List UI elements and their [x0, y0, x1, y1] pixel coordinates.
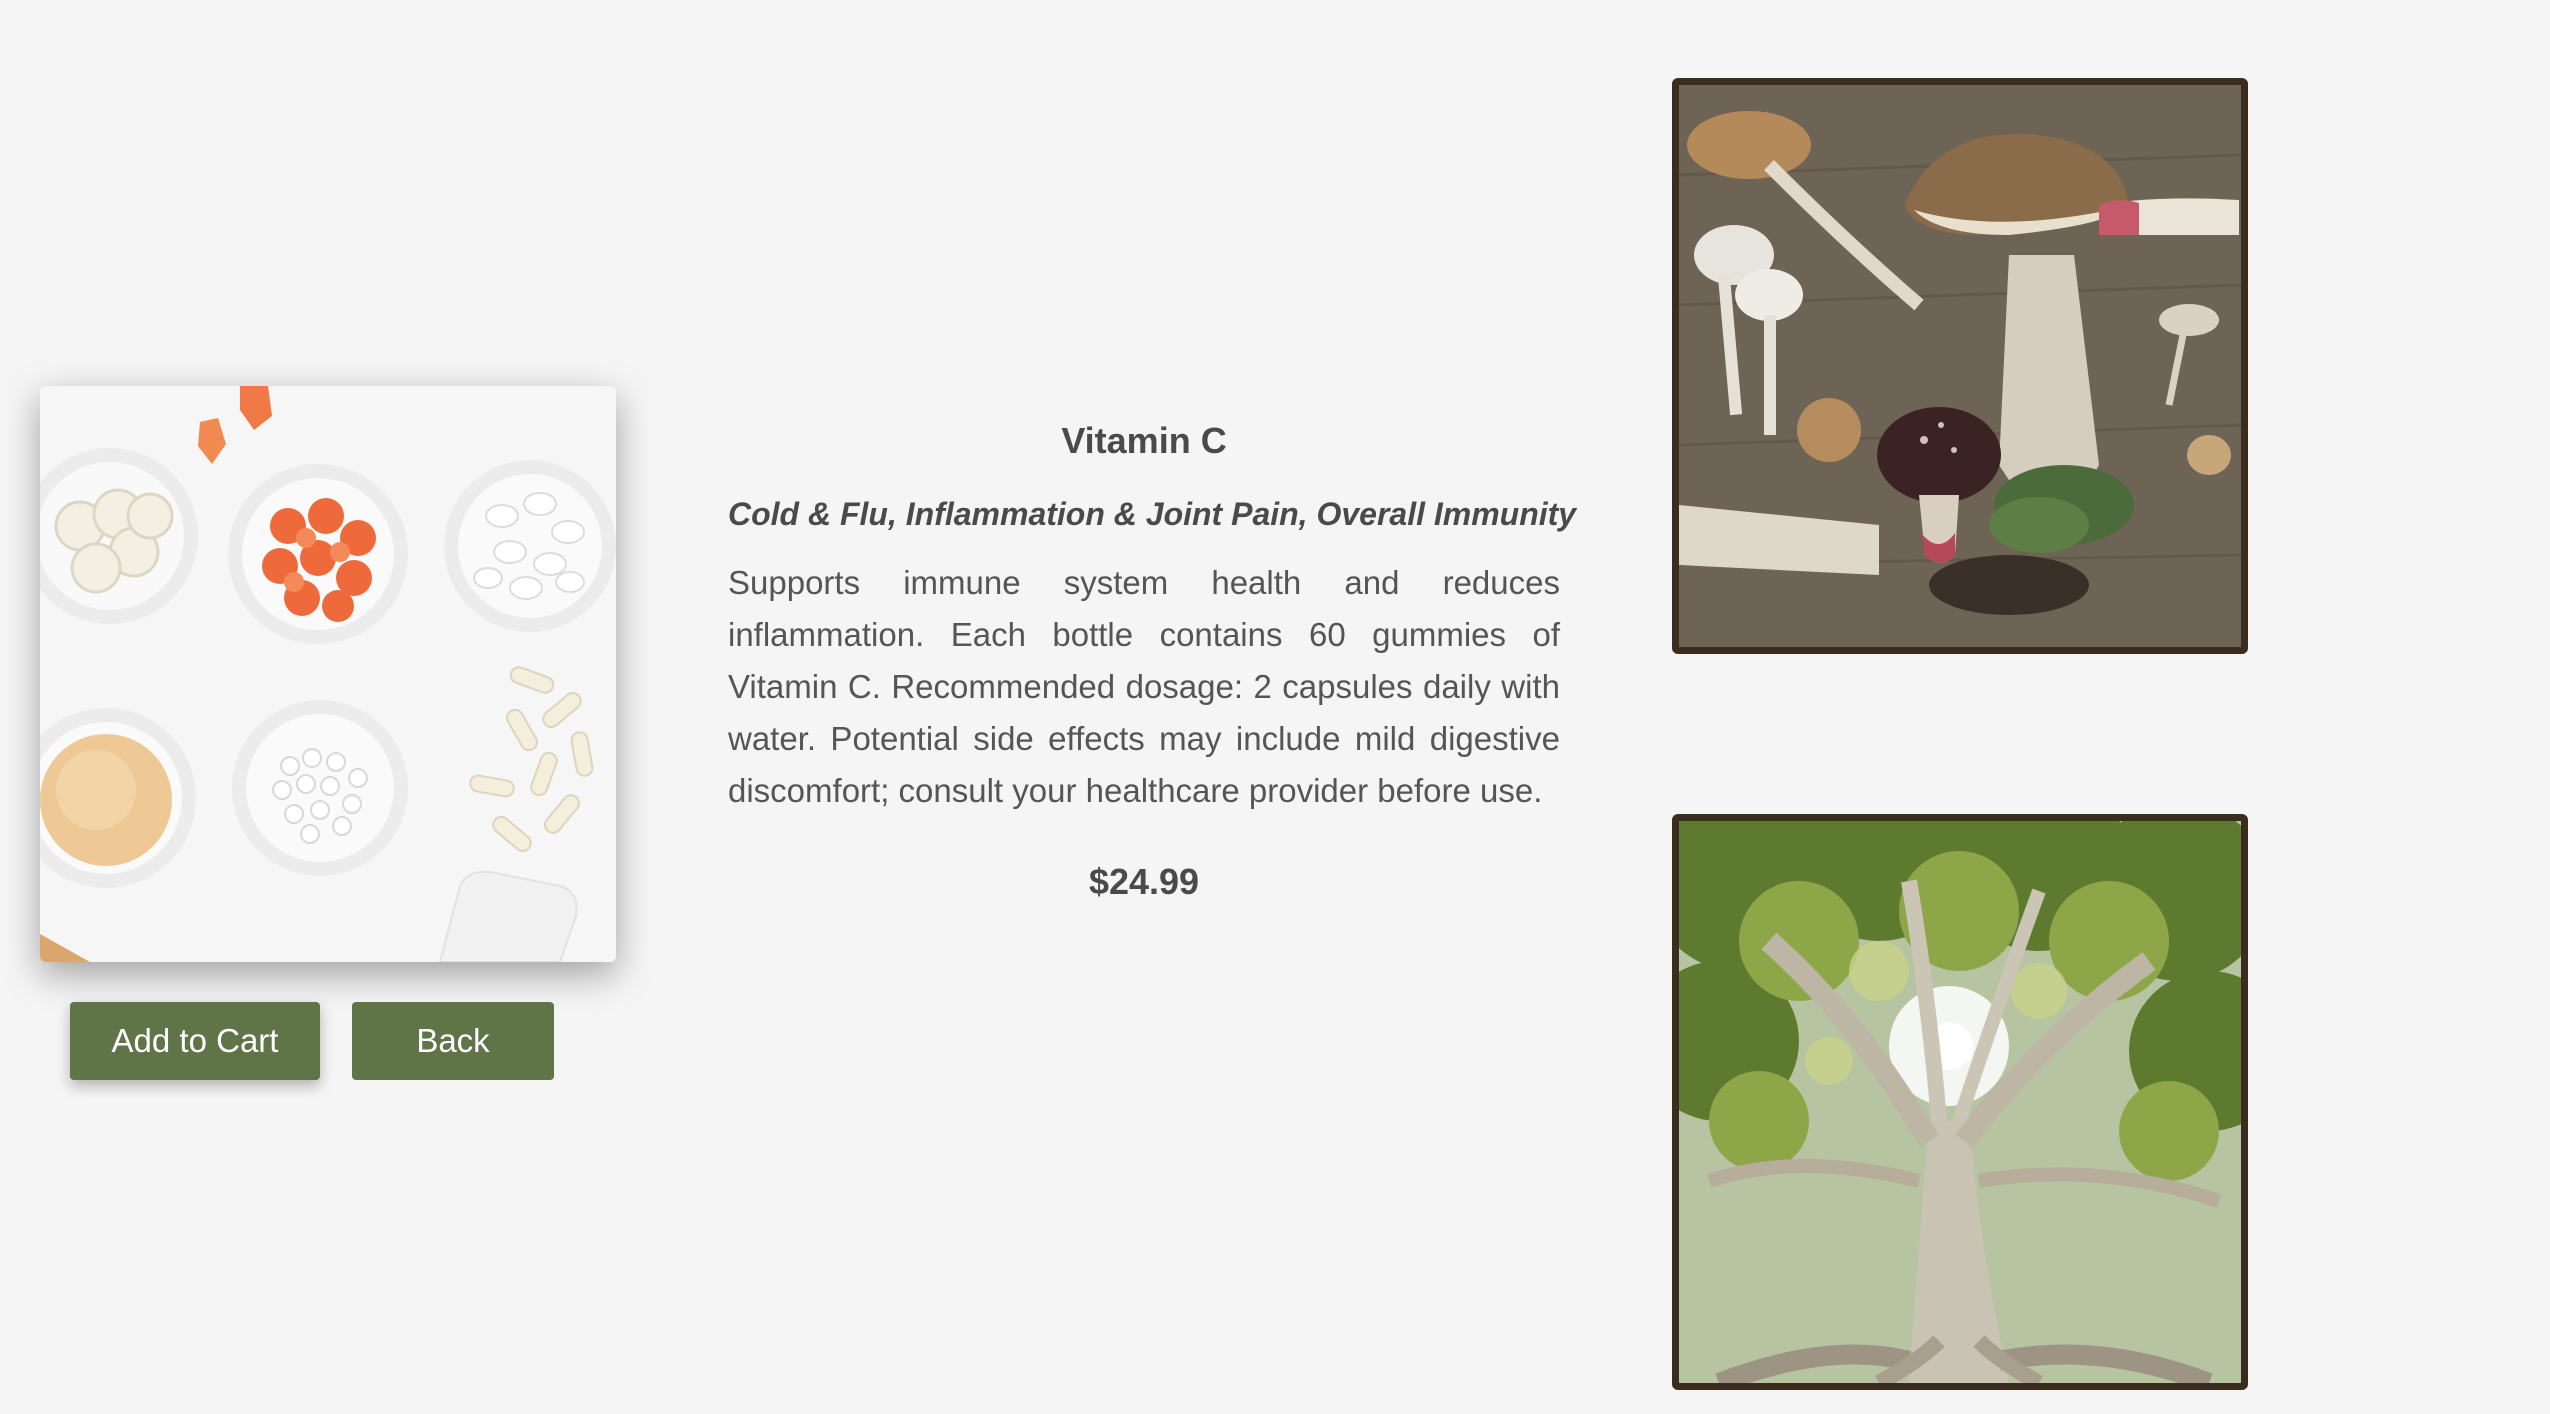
- mushrooms-photo: [1672, 78, 2248, 654]
- tree-illustration: [1679, 821, 2241, 1383]
- supplements-illustration: [40, 386, 616, 962]
- product-price: $24.99: [1088, 861, 1200, 902]
- product-detail-page: Add to Cart Back Vitamin C Cold & Flu, I…: [0, 0, 2550, 1414]
- product-title: Vitamin C: [1061, 420, 1227, 461]
- product-description: Supports immune system health and reduce…: [728, 564, 1560, 809]
- product-tags: Cold & Flu, Inflammation & Joint Pain, O…: [728, 496, 1577, 532]
- product-info: Vitamin C Cold & Flu, Inflammation & Joi…: [728, 420, 1577, 903]
- mushrooms-illustration: [1679, 85, 2241, 647]
- tree-photo: [1672, 814, 2248, 1390]
- add-to-cart-button[interactable]: Add to Cart: [70, 1002, 320, 1080]
- product-image: [40, 386, 616, 962]
- back-button[interactable]: Back: [352, 1002, 554, 1080]
